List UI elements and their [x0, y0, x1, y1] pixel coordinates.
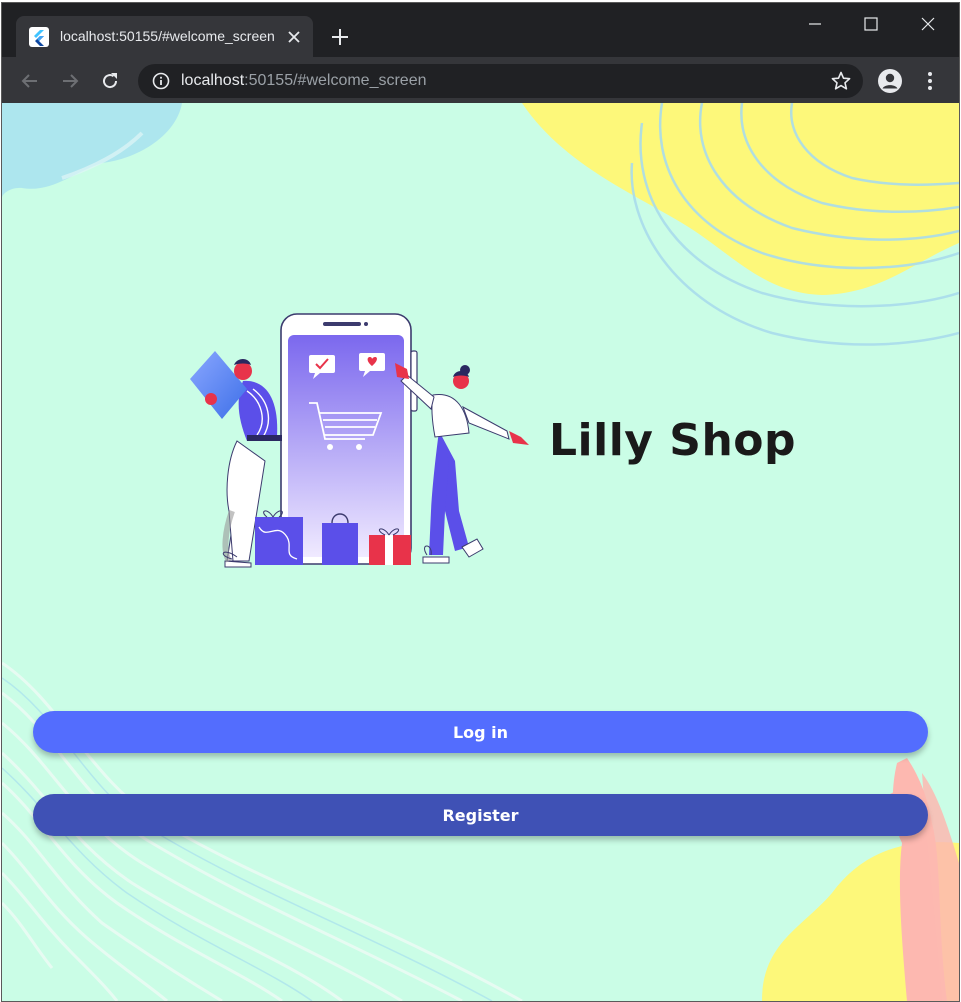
- url-path: :50155/#welcome_screen: [244, 72, 427, 89]
- url-host: localhost: [181, 72, 245, 89]
- browser-toolbar: localhost:50155/#welcome_screen: [2, 57, 959, 103]
- shopping-illustration: [190, 313, 529, 568]
- flutter-icon: [29, 27, 49, 47]
- app-title: Lilly Shop: [549, 415, 797, 466]
- tab-title: localhost:50155/#welcome_screen: [60, 28, 275, 44]
- forward-arrow-icon[interactable]: [57, 68, 83, 94]
- new-tab-plus-icon[interactable]: [328, 25, 352, 49]
- minimize-icon[interactable]: [800, 11, 830, 39]
- tab-close-icon[interactable]: [284, 27, 304, 47]
- register-button[interactable]: Register: [33, 794, 928, 836]
- kebab-menu-icon[interactable]: [920, 68, 940, 94]
- login-button[interactable]: Log in: [33, 711, 928, 753]
- address-bar[interactable]: localhost:50155/#welcome_screen: [138, 64, 863, 98]
- window-close-icon[interactable]: [913, 11, 943, 39]
- browser-window: localhost:50155/#welcome_screen localhos…: [2, 3, 959, 1001]
- maximize-icon[interactable]: [856, 11, 886, 39]
- welcome-screen: Lilly Shop Log in Register: [2, 103, 959, 1001]
- profile-icon[interactable]: [877, 68, 903, 94]
- browser-tab[interactable]: localhost:50155/#welcome_screen: [16, 16, 313, 57]
- star-icon[interactable]: [830, 70, 852, 92]
- back-arrow-icon[interactable]: [17, 68, 43, 94]
- info-icon[interactable]: [152, 72, 170, 90]
- url-text: localhost:50155/#welcome_screen: [181, 72, 427, 90]
- reload-icon[interactable]: [97, 68, 123, 94]
- tab-strip: localhost:50155/#welcome_screen: [2, 3, 959, 57]
